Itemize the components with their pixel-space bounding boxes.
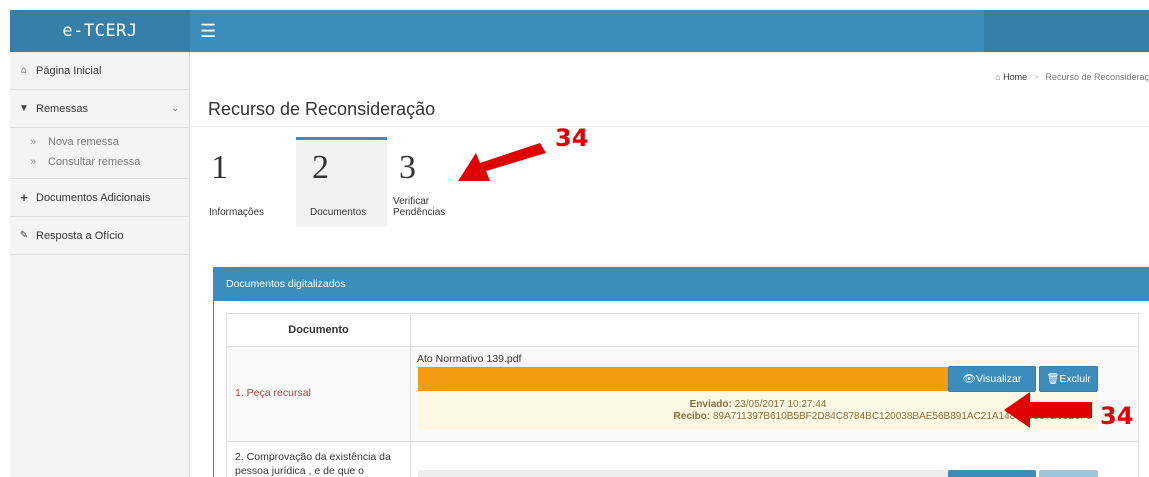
doc-name: 1. Peça recursal (235, 387, 311, 399)
user-menu[interactable] (984, 10, 1149, 52)
annotation-label: 34 (1100, 402, 1134, 430)
step-label: Verificar Pendências (393, 196, 445, 218)
sidebar-item-documentos-adicionais[interactable]: + Documentos Adicionais (10, 179, 189, 217)
step-number: 1 (211, 149, 228, 186)
step-number: 2 (312, 149, 329, 186)
step-label-line1: Verificar (393, 196, 430, 207)
annotation-arrow-icon (1004, 392, 1092, 428)
delete-button[interactable]: 🗑Excluir (1039, 366, 1098, 392)
breadcrumb-current: Recurso de Reconsideraç (1045, 72, 1149, 82)
plus-icon: + (20, 190, 28, 205)
sidebar-subitem-label: Nova remessa (48, 136, 119, 148)
delete-button-label: Excluir (1059, 373, 1091, 385)
top-navbar: e-TCERJ ☰ (10, 10, 1149, 52)
receipt-label: Recibo: (673, 411, 711, 422)
eye-icon: 👁 (962, 373, 976, 385)
sidebar-item-resposta-oficio[interactable]: ✎ Resposta a Ofício (10, 217, 189, 255)
sidebar-item-label: Remessas (36, 102, 88, 115)
edit-icon: ✎ (19, 230, 29, 241)
column-header-documento: Documento (226, 313, 411, 347)
table-row: 2. Comprovação da existência da pessoa j… (226, 441, 1139, 477)
wizard-step-1[interactable]: 1 Informações (209, 137, 289, 227)
panel-title: Documentos digitalizados (214, 268, 1149, 301)
step-number: 3 (399, 149, 416, 186)
column-header-blank (410, 313, 1139, 347)
view-button[interactable] (948, 470, 1036, 477)
step-label: Documentos (310, 207, 367, 218)
page-title: Recurso de Reconsideração (208, 99, 436, 119)
upload-progress-bar (418, 367, 948, 391)
doc-file-cell (410, 441, 1139, 477)
divider (191, 126, 1149, 127)
view-button[interactable]: 👁Visualizar (948, 366, 1036, 392)
menu-toggle-icon[interactable]: ☰ (200, 21, 218, 41)
doc-name-cell: 2. Comprovação da existência da pessoa j… (226, 441, 411, 477)
sent-value: 23/05/2017 10:27:44 (734, 399, 827, 410)
step-label-line2: Pendências (393, 207, 446, 218)
sidebar-item-label: Resposta a Ofício (36, 229, 124, 242)
delete-button[interactable] (1039, 470, 1098, 477)
sidebar-item-pagina-inicial[interactable]: ⌂ Página Inicial (10, 52, 189, 90)
doc-name-line1: 2. Comprovação da existência da (235, 451, 391, 463)
upload-receipt-box: Enviado: 23/05/2017 10:27:44 Recibo: 89A… (418, 392, 1098, 430)
sidebar-item-remessas[interactable]: ▼ Remessas ⌄ (10, 90, 189, 128)
sidebar-subitem-consultar-remessa[interactable]: » Consultar remessa (10, 152, 189, 172)
breadcrumb-separator: > (1033, 72, 1039, 82)
file-name: Ato Normativo 139.pdf (417, 353, 522, 365)
sidebar-item-label: Documentos Adicionais (36, 191, 151, 204)
chevron-down-icon: ⌄ (171, 103, 179, 113)
annotation-label: 34 (555, 124, 589, 152)
step-label: Informações (209, 207, 265, 218)
wizard-step-2[interactable]: 2 Documentos (296, 137, 387, 227)
doc-name: 2. Comprovação da existência da pessoa j… (235, 450, 409, 477)
view-button-label: Visualizar (976, 373, 1022, 385)
double-chevron-right-icon: » (30, 156, 37, 168)
breadcrumb: ⌂ Home > Recurso de Reconsideraç (995, 72, 1149, 82)
annotation-arrow-icon (458, 143, 546, 181)
doc-name-line2: pessoa jurídica , e de que o (235, 465, 365, 477)
sent-label: Enviado: (689, 399, 732, 410)
documents-panel: Documentos digitalizados Documento 1. Pe… (213, 267, 1149, 477)
sidebar: ⌂ Página Inicial ▼ Remessas ⌄ » Nova rem… (10, 52, 190, 477)
sidebar-subitem-nova-remessa[interactable]: » Nova remessa (10, 132, 189, 152)
double-chevron-right-icon: » (30, 136, 37, 148)
caret-down-icon: ▼ (19, 103, 29, 114)
remessas-submenu: » Nova remessa » Consultar remessa (10, 128, 189, 179)
brand-logo[interactable]: e-TCERJ (10, 10, 190, 52)
breadcrumb-home[interactable]: Home (1003, 72, 1027, 82)
table-header-row: Documento (226, 313, 1139, 347)
trash-icon: 🗑 (1046, 373, 1060, 385)
sidebar-item-label: Página Inicial (36, 64, 102, 77)
doc-name-cell: 1. Peça recursal (226, 346, 411, 442)
upload-progress-bar (418, 470, 948, 477)
home-icon: ⌂ (995, 72, 1001, 82)
sidebar-subitem-label: Consultar remessa (48, 156, 141, 168)
home-icon: ⌂ (20, 65, 28, 76)
